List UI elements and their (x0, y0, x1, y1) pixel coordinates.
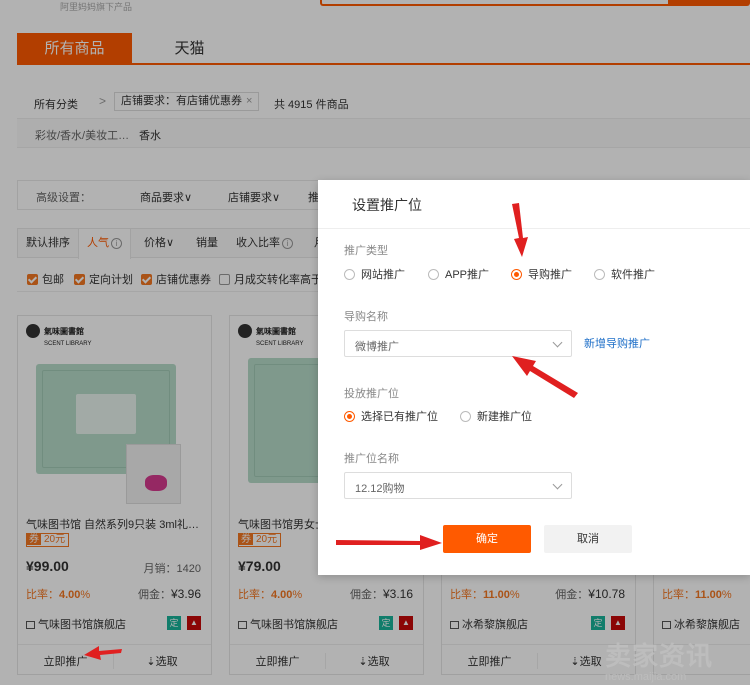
radio-app-promotion[interactable]: APP推广 (428, 266, 489, 282)
chevron-down-icon (552, 479, 563, 490)
watermark-url: news.maijia.com (605, 671, 687, 683)
radio-new-position[interactable]: 新建推广位 (460, 408, 532, 424)
position-name-label: 推广位名称 (344, 453, 399, 465)
radio-guide-promotion[interactable]: 导购推广 (511, 266, 572, 282)
cancel-button[interactable]: 取消 (544, 525, 632, 553)
radio-selected-icon (511, 269, 522, 280)
chevron-down-icon (552, 337, 563, 348)
radio-icon (428, 269, 439, 280)
page: 阿里妈妈旗下产品 所有商品 天猫 所有分类 > 店铺要求：有店铺优惠券 × 共 4… (0, 0, 750, 685)
radio-label: 网站推广 (361, 269, 405, 281)
dialog-title: 设置推广位 (352, 197, 422, 213)
watermark-logo: 卖家资讯 (605, 641, 714, 671)
radio-icon (460, 411, 471, 422)
guide-name-value: 微博推广 (355, 341, 399, 353)
guide-name-select[interactable]: 微博推广 (344, 330, 572, 357)
radio-selected-icon (344, 411, 355, 422)
radio-software-promotion[interactable]: 软件推广 (594, 266, 655, 282)
confirm-button[interactable]: 确定 (443, 525, 531, 553)
dialog-divider (318, 228, 750, 229)
position-name-value: 12.12购物 (355, 483, 405, 495)
placement-label: 投放推广位 (344, 388, 399, 400)
radio-existing-position[interactable]: 选择已有推广位 (344, 408, 438, 424)
guide-name-label: 导购名称 (344, 311, 388, 323)
radio-label: 软件推广 (611, 269, 655, 281)
promotion-position-dialog: 设置推广位 推广类型 网站推广 APP推广 导购推广 软件推广 导购名称 微博推… (318, 180, 750, 575)
radio-icon (344, 269, 355, 280)
radio-label: 新建推广位 (477, 411, 532, 423)
radio-label: 选择已有推广位 (361, 411, 438, 423)
radio-label: 导购推广 (528, 269, 572, 281)
position-name-select[interactable]: 12.12购物 (344, 472, 572, 499)
radio-website-promotion[interactable]: 网站推广 (344, 266, 405, 282)
radio-label: APP推广 (445, 269, 490, 281)
radio-icon (594, 269, 605, 280)
add-guide-promotion-link[interactable]: 新增导购推广 (584, 335, 650, 351)
promotion-type-label: 推广类型 (344, 245, 388, 257)
